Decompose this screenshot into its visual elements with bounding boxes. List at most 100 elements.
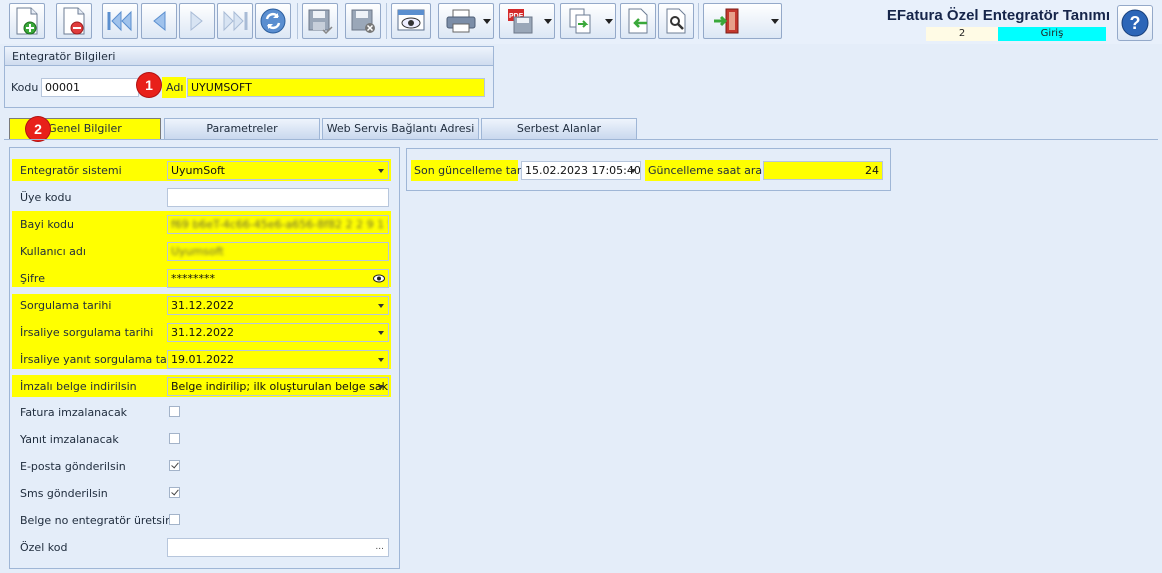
chevron-down-icon <box>605 19 613 24</box>
chevron-down-icon <box>544 19 552 24</box>
delete-button[interactable] <box>56 3 92 39</box>
last-update-picker[interactable]: 15.02.2023 17:05:40 <box>521 161 641 180</box>
chevron-down-icon <box>378 331 384 335</box>
chevron-down-icon <box>483 19 491 24</box>
copy-document-icon <box>569 8 591 34</box>
annotation-marker-2: 2 <box>26 117 50 141</box>
password-input[interactable]: ******** <box>167 269 389 288</box>
preview-icon <box>397 9 425 31</box>
tab-label: Genel Bilgiler <box>48 122 122 135</box>
signed-download-select[interactable]: Belge indirilip; ilk oluşturulan belge s… <box>167 377 389 396</box>
member-code-input[interactable] <box>167 188 389 207</box>
last-record-icon <box>223 10 248 32</box>
waybill-response-date-picker[interactable]: 19.01.2022 <box>167 350 389 369</box>
form-title: EFatura Özel Entegratör Tanımı <box>886 7 1110 24</box>
print-icon <box>446 9 476 33</box>
update-interval-input[interactable]: 24 <box>763 161 883 180</box>
tab-parameters[interactable]: Parametreler <box>164 118 320 139</box>
save-cancel-icon <box>351 9 375 33</box>
dealer-code-input[interactable]: f69 b6eT-4c66-45e6-a656-8f82 2 2 9 1 5 7… <box>167 215 389 234</box>
response-sign-label: Yanıt imzalanacak <box>20 433 119 446</box>
save-icon <box>308 9 333 34</box>
help-icon: ? <box>1121 9 1149 37</box>
ellipsis-button[interactable]: ... <box>375 539 384 556</box>
copy-button[interactable] <box>560 3 616 39</box>
signed-download-label: İmzalı belge indirilsin <box>20 380 137 393</box>
query-date-label: Sorgulama tarihi <box>20 299 112 312</box>
chevron-down-icon <box>630 169 636 173</box>
new-button[interactable] <box>9 3 45 39</box>
waybill-query-date-label: İrsaliye sorgulama tarihi <box>20 326 154 339</box>
delete-document-icon <box>63 7 85 35</box>
query-date-picker[interactable]: 31.12.2022 <box>167 296 389 315</box>
integrator-info-group: Entegratör Bilgileri <box>4 46 494 108</box>
previous-record-button[interactable] <box>141 3 177 39</box>
tools-button[interactable] <box>658 3 694 39</box>
code-label: Kodu <box>11 81 39 94</box>
waybill-query-date-picker[interactable]: 31.12.2022 <box>167 323 389 342</box>
previous-record-icon <box>153 10 166 32</box>
response-sign-checkbox[interactable] <box>169 433 180 444</box>
pdf-export-button[interactable]: PDF <box>499 3 555 39</box>
tab-free-fields[interactable]: Serbest Alanlar <box>481 118 637 139</box>
eye-icon[interactable] <box>373 274 385 283</box>
exit-icon <box>714 8 739 34</box>
toolbar: PDF EFatura Özel Entegratör Tanımı 2 Gir… <box>0 0 1162 44</box>
invoice-sign-checkbox[interactable] <box>169 406 180 417</box>
doc-no-generate-checkbox[interactable] <box>169 514 180 525</box>
first-record-button[interactable] <box>102 3 138 39</box>
refresh-button[interactable] <box>255 3 291 39</box>
waybill-response-date-label: İrsaliye yanıt sorgulama tarihi <box>20 353 185 366</box>
name-input[interactable]: UYUMSOFT <box>187 78 485 97</box>
record-number: 2 <box>926 27 998 41</box>
new-document-icon <box>16 7 38 35</box>
special-code-input[interactable]: ... <box>167 538 389 557</box>
pdf-export-icon: PDF <box>508 9 533 34</box>
member-code-label: Üye kodu <box>20 191 72 204</box>
username-input[interactable]: Uyumsoft <box>167 242 389 261</box>
save-button[interactable] <box>302 3 338 39</box>
tab-label: Serbest Alanlar <box>516 122 602 135</box>
dealer-code-label: Bayi kodu <box>20 218 75 231</box>
name-label: Adı <box>166 81 184 94</box>
chevron-down-icon <box>378 358 384 362</box>
invoice-sign-label: Fatura imzalanacak <box>20 406 128 419</box>
annotation-marker-1: 1 <box>137 73 161 97</box>
integrator-info-title: Entegratör Bilgileri <box>5 47 493 66</box>
chevron-down-icon <box>378 169 384 173</box>
last-record-button[interactable] <box>217 3 253 39</box>
exit-button[interactable] <box>703 3 782 39</box>
sms-send-checkbox[interactable] <box>169 487 180 498</box>
first-record-icon <box>107 10 132 32</box>
next-record-icon <box>190 10 203 32</box>
chevron-down-icon <box>771 19 779 24</box>
special-code-label: Özel kod <box>20 541 68 554</box>
last-update-label: Son güncelleme tarihi <box>414 164 535 177</box>
chevron-down-icon <box>378 385 384 389</box>
integrator-system-label: Entegratör sistemi <box>20 164 122 177</box>
tab-web-service[interactable]: Web Servis Bağlantı Adresi <box>322 118 479 139</box>
import-icon <box>628 8 648 34</box>
code-input[interactable]: 00001 <box>41 78 139 97</box>
svg-text:?: ? <box>1130 13 1141 33</box>
tab-label: Parametreler <box>206 122 278 135</box>
record-mode-badge: Giriş <box>998 27 1106 41</box>
update-interval-label: Güncelleme saat aralığı <box>648 164 779 177</box>
doc-no-generate-label: Belge no entegratör üretsin <box>20 514 173 527</box>
email-send-checkbox[interactable] <box>169 460 180 471</box>
cancel-save-button[interactable] <box>345 3 381 39</box>
sms-send-label: Sms gönderilsin <box>20 487 108 500</box>
help-button[interactable]: ? <box>1117 5 1153 41</box>
username-label: Kullanıcı adı <box>20 245 86 258</box>
preview-button[interactable] <box>391 3 431 39</box>
import-button[interactable] <box>620 3 656 39</box>
tab-label: Web Servis Bağlantı Adresi <box>326 122 475 135</box>
next-record-button[interactable] <box>179 3 215 39</box>
password-label: Şifre <box>20 272 45 285</box>
refresh-icon <box>260 8 286 34</box>
integrator-system-select[interactable]: UyumSoft <box>167 161 389 180</box>
email-send-label: E-posta gönderilsin <box>20 460 126 473</box>
tools-icon <box>666 8 686 34</box>
chevron-down-icon <box>378 304 384 308</box>
print-button[interactable] <box>438 3 494 39</box>
